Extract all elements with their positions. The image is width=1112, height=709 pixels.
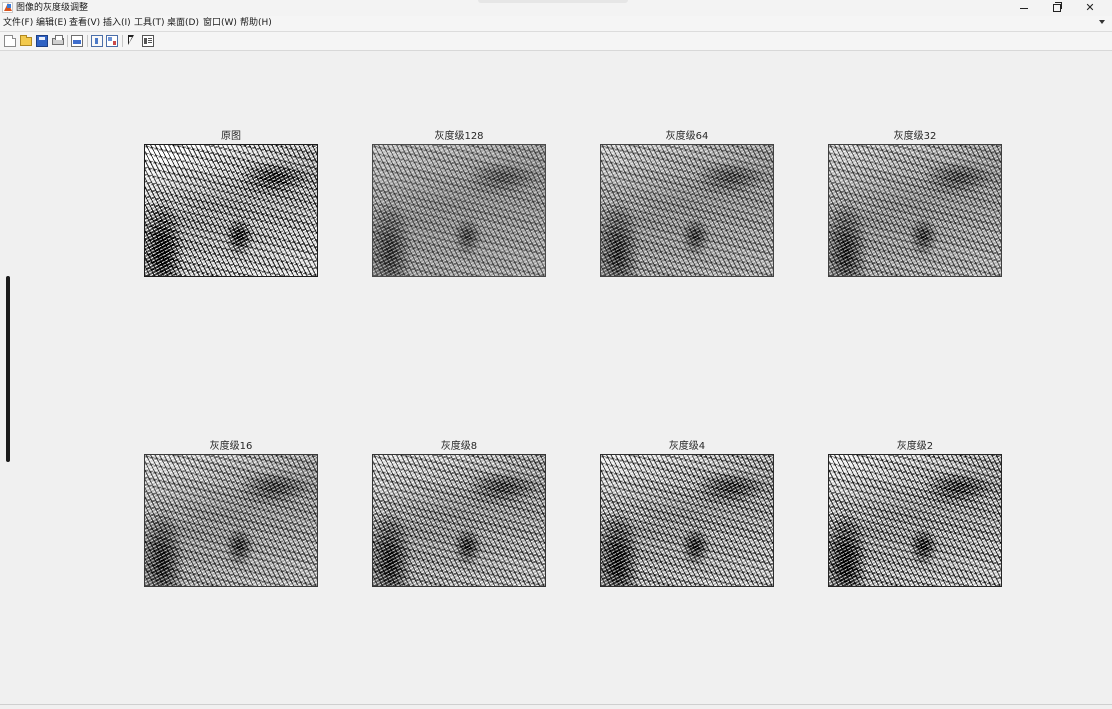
open-file-icon[interactable]	[20, 35, 32, 46]
menu-tools[interactable]: 工具(T)	[134, 17, 165, 30]
close-button[interactable]: ✕	[1073, 0, 1107, 16]
subplot-title-gray128: 灰度级128	[434, 131, 484, 142]
subplot-image-gray64[interactable]	[600, 144, 774, 277]
subplot-image-gray2[interactable]	[828, 454, 1002, 587]
menu-insert[interactable]: 插入(I)	[103, 17, 131, 30]
insert-colorbar-icon[interactable]	[91, 35, 103, 47]
menu-edit[interactable]: 编辑(E)	[36, 17, 67, 30]
subplot-image-gray32[interactable]	[828, 144, 1002, 277]
subplot-image-original[interactable]	[144, 144, 318, 277]
menubar-overflow-arrow-icon[interactable]	[1099, 20, 1105, 24]
minimize-button[interactable]	[1007, 0, 1041, 16]
window-bottom-border	[0, 704, 1112, 705]
subplot-title-gray2: 灰度级2	[896, 441, 934, 452]
subplot-title-gray4: 灰度级4	[668, 441, 706, 452]
resize-handle[interactable]	[6, 276, 10, 462]
subplot-image-gray4[interactable]	[600, 454, 774, 587]
toolbar-separator	[87, 35, 88, 47]
menu-file[interactable]: 文件(F)	[3, 17, 33, 30]
restore-button[interactable]	[1040, 0, 1074, 16]
menu-desktop[interactable]: 桌面(D)	[167, 17, 199, 30]
property-inspector-icon[interactable]	[142, 35, 154, 47]
menu-window[interactable]: 窗口(W)	[203, 17, 237, 30]
subplot-title-gray32: 灰度级32	[893, 131, 937, 142]
print-icon[interactable]	[52, 35, 64, 45]
menu-help[interactable]: 帮助(H)	[240, 17, 272, 30]
subplot-title-original: 原图	[221, 131, 241, 142]
menu-view[interactable]: 查看(V)	[69, 17, 100, 30]
title-bar: 图像的灰度级调整 ✕	[0, 0, 1112, 16]
save-icon[interactable]	[36, 35, 48, 47]
minimize-icon	[1020, 7, 1028, 9]
window-title: 图像的灰度级调整	[16, 3, 89, 13]
insert-legend-icon[interactable]	[106, 35, 118, 47]
toolbar-separator	[67, 35, 68, 47]
subplot-image-gray128[interactable]	[372, 144, 546, 277]
subplot-image-gray8[interactable]	[372, 454, 546, 587]
print-preview-icon[interactable]	[71, 35, 83, 47]
title-drag-handle[interactable]	[478, 0, 628, 3]
subplot-title-gray16: 灰度级16	[209, 441, 253, 452]
menu-bar: 文件(F) 编辑(E) 查看(V) 插入(I) 工具(T) 桌面(D) 窗口(W…	[0, 16, 1112, 32]
figure-toolbar	[0, 32, 1112, 51]
subplot-title-gray8: 灰度级8	[440, 441, 478, 452]
subplot-title-gray64: 灰度级64	[665, 131, 709, 142]
matlab-app-icon	[2, 2, 13, 13]
toolbar-separator	[122, 35, 123, 47]
new-figure-icon[interactable]	[4, 35, 16, 47]
subplot-image-gray16[interactable]	[144, 454, 318, 587]
close-icon: ✕	[1085, 1, 1095, 14]
restore-icon	[1053, 2, 1062, 12]
